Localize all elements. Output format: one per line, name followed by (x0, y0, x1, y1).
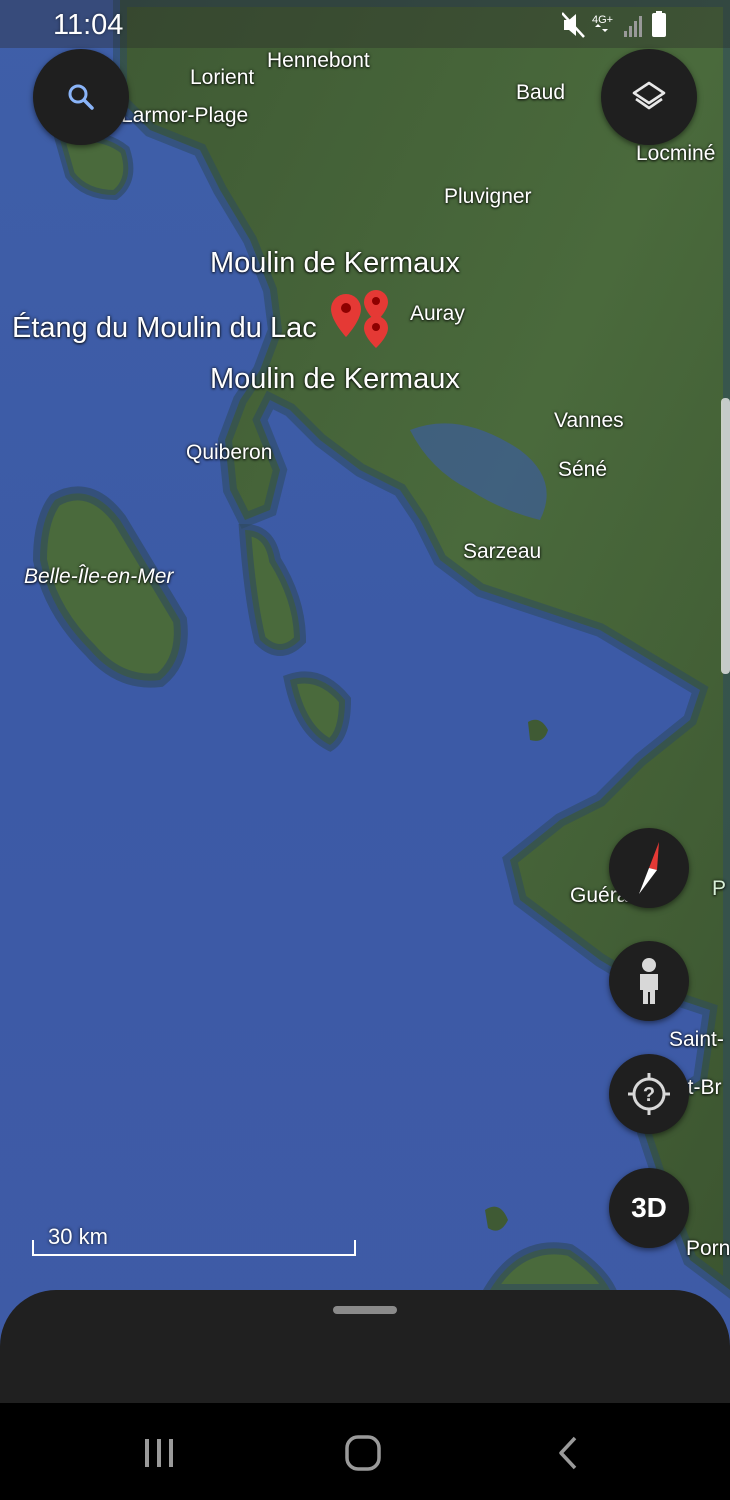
groix-island (53, 131, 134, 201)
network-4g-icon: 4G+ (592, 14, 613, 32)
layers-button[interactable] (601, 49, 697, 145)
marker-pin[interactable] (331, 294, 361, 337)
hoedic-island (283, 671, 352, 752)
recents-icon (145, 1439, 173, 1467)
sheet-drag-handle[interactable] (333, 1306, 397, 1314)
map-terrain (32, 0, 730, 1299)
town-label-sarzeau: Sarzeau (463, 540, 542, 563)
svg-text:?: ? (643, 1084, 655, 1106)
town-label-pornic: Porn (686, 1237, 730, 1260)
recents-button[interactable] (134, 1431, 184, 1475)
scale-line (32, 1240, 356, 1256)
south-land (479, 1242, 620, 1296)
town-label-locmine: Locminé (636, 142, 716, 165)
back-button[interactable] (543, 1431, 593, 1475)
mute-icon (562, 12, 585, 38)
layers-icon (632, 81, 666, 110)
pegman-icon (640, 958, 658, 1004)
status-time: 11:04 (53, 9, 124, 41)
small-islet (528, 719, 548, 741)
place-label-moulin-kermaux-top[interactable]: Moulin de Kermaux (210, 247, 460, 280)
network-label: 4G+ (592, 14, 613, 26)
town-label-hennebont: Hennebont (267, 49, 370, 72)
town-label-sene: Séné (558, 458, 608, 481)
satellite-map[interactable]: Hennebont Lorient Larmor-Plage Baud Locm… (0, 0, 730, 1500)
search-button[interactable] (33, 49, 129, 145)
place-label-etang-moulin[interactable]: Étang du Moulin du Lac (12, 312, 317, 345)
battery-icon (652, 11, 666, 37)
houat-island (238, 523, 307, 656)
town-label-auray: Auray (410, 302, 465, 325)
small-islet-2 (485, 1206, 508, 1231)
street-view-button[interactable] (609, 941, 689, 1021)
town-label-pluvigner: Pluvigner (444, 185, 532, 208)
status-bar: 11:04 4G+ (0, 0, 730, 48)
status-icons: 4G+ (562, 11, 666, 38)
town-label-lorient: Lorient (190, 66, 255, 89)
town-label-baud: Baud (516, 81, 566, 104)
home-icon (345, 1435, 381, 1471)
home-button[interactable] (338, 1431, 388, 1475)
3d-button[interactable]: 3D (609, 1168, 689, 1248)
town-label-larmor-plage: Larmor-Plage (121, 104, 249, 127)
compass-button[interactable] (609, 828, 689, 908)
compass-icon (639, 842, 659, 894)
system-nav-bar (0, 1403, 730, 1500)
search-icon (68, 84, 94, 110)
bottom-sheet[interactable] (0, 1290, 730, 1403)
back-icon (559, 1436, 577, 1470)
place-label-moulin-kermaux-bottom[interactable]: Moulin de Kermaux (210, 363, 460, 396)
map-markers[interactable] (326, 284, 406, 364)
marker-pin[interactable] (364, 316, 388, 348)
scale-bar: 30 km (32, 1222, 356, 1256)
help-icon: ? (628, 1073, 670, 1115)
town-label-vannes: Vannes (554, 409, 624, 432)
signal-icon (624, 16, 642, 37)
town-label-p-edge: P (712, 877, 727, 900)
location-help-button[interactable]: ? (609, 1054, 689, 1134)
town-label-saint: Saint- (669, 1028, 724, 1051)
town-label-quiberon: Quiberon (186, 441, 273, 464)
island-label-belle-ile: Belle-Île-en-Mer (24, 565, 174, 588)
